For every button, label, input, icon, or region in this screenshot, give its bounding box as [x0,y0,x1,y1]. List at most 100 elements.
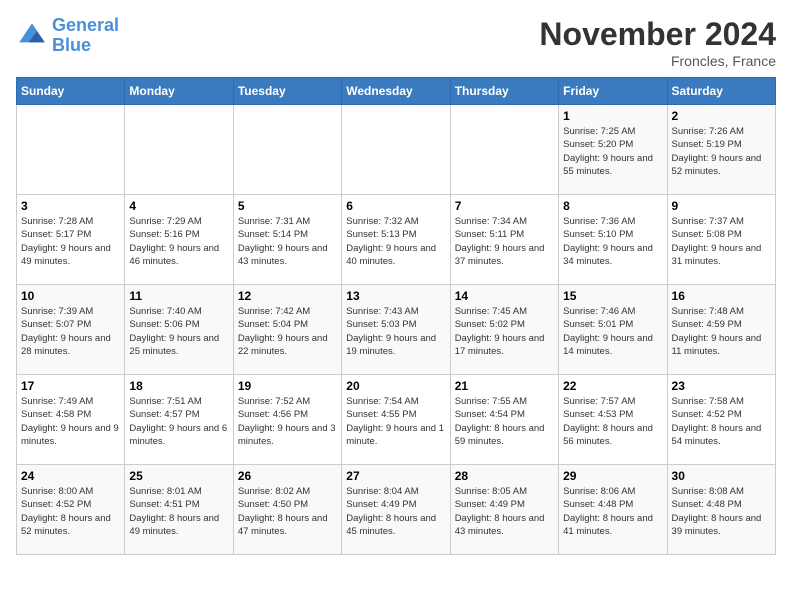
title-area: November 2024 Froncles, France [539,16,776,69]
day-number: 18 [129,379,228,393]
calendar-cell: 10Sunrise: 7:39 AM Sunset: 5:07 PM Dayli… [17,285,125,375]
calendar-cell: 9Sunrise: 7:37 AM Sunset: 5:08 PM Daylig… [667,195,775,285]
day-number: 14 [455,289,554,303]
calendar-cell: 30 Sunrise: 8:08 AM Sunset: 4:48 PM Dayli… [667,465,775,555]
day-info: Sunrise: 7:46 AM Sunset: 5:01 PM Dayligh… [563,305,662,358]
calendar-cell: 2 Sunrise: 7:26 AM Sunset: 5:19 PM Daylig… [667,105,775,195]
day-info: Sunrise: 8:06 AM Sunset: 4:48 PM Dayligh… [563,485,662,538]
day-info: Sunrise: 7:28 AM Sunset: 5:17 PM Dayligh… [21,215,120,268]
day-info: Sunrise: 7:31 AM Sunset: 5:14 PM Dayligh… [238,215,337,268]
calendar-cell: 24Sunrise: 8:00 AM Sunset: 4:52 PM Dayli… [17,465,125,555]
day-info: Sunrise: 7:52 AM Sunset: 4:56 PM Dayligh… [238,395,337,448]
page-header: General Blue November 2024 Froncles, Fra… [16,16,776,69]
header-sunday: Sunday [17,78,125,105]
header-thursday: Thursday [450,78,558,105]
week-row-2: 10Sunrise: 7:39 AM Sunset: 5:07 PM Dayli… [17,285,776,375]
day-number: 10 [21,289,120,303]
calendar-cell [17,105,125,195]
day-number: 5 [238,199,337,213]
day-number: 26 [238,469,337,483]
day-number: 20 [346,379,445,393]
day-number: 12 [238,289,337,303]
day-number: 16 [672,289,771,303]
calendar-cell: 14 Sunrise: 7:45 AM Sunset: 5:02 PM Dayli… [450,285,558,375]
day-number: 21 [455,379,554,393]
day-number: 8 [563,199,662,213]
calendar-cell: 23 Sunrise: 7:58 AM Sunset: 4:52 PM Dayli… [667,375,775,465]
day-number: 1 [563,109,662,123]
day-number: 9 [672,199,771,213]
calendar-cell: 3 Sunrise: 7:28 AM Sunset: 5:17 PM Daylig… [17,195,125,285]
calendar-cell: 15 Sunrise: 7:46 AM Sunset: 5:01 PM Dayli… [559,285,667,375]
location-subtitle: Froncles, France [539,53,776,69]
calendar-cell: 21Sunrise: 7:55 AM Sunset: 4:54 PM Dayli… [450,375,558,465]
day-info: Sunrise: 7:57 AM Sunset: 4:53 PM Dayligh… [563,395,662,448]
day-number: 22 [563,379,662,393]
calendar-header: SundayMondayTuesdayWednesdayThursdayFrid… [17,78,776,105]
header-row: SundayMondayTuesdayWednesdayThursdayFrid… [17,78,776,105]
calendar-table: SundayMondayTuesdayWednesdayThursdayFrid… [16,77,776,555]
day-number: 11 [129,289,228,303]
day-info: Sunrise: 7:45 AM Sunset: 5:02 PM Dayligh… [455,305,554,358]
calendar-cell: 7 Sunrise: 7:34 AM Sunset: 5:11 PM Daylig… [450,195,558,285]
day-info: Sunrise: 7:51 AM Sunset: 4:57 PM Dayligh… [129,395,228,448]
day-info: Sunrise: 7:43 AM Sunset: 5:03 PM Dayligh… [346,305,445,358]
week-row-3: 17Sunrise: 7:49 AM Sunset: 4:58 PM Dayli… [17,375,776,465]
calendar-cell: 16 Sunrise: 7:48 AM Sunset: 4:59 PM Dayli… [667,285,775,375]
day-number: 6 [346,199,445,213]
day-number: 7 [455,199,554,213]
day-number: 23 [672,379,771,393]
day-number: 19 [238,379,337,393]
day-number: 15 [563,289,662,303]
calendar-cell: 8 Sunrise: 7:36 AM Sunset: 5:10 PM Daylig… [559,195,667,285]
calendar-cell: 5 Sunrise: 7:31 AM Sunset: 5:14 PM Daylig… [233,195,341,285]
day-info: Sunrise: 7:40 AM Sunset: 5:06 PM Dayligh… [129,305,228,358]
day-number: 30 [672,469,771,483]
logo-general: General [52,15,119,35]
day-info: Sunrise: 7:32 AM Sunset: 5:13 PM Dayligh… [346,215,445,268]
day-number: 17 [21,379,120,393]
day-info: Sunrise: 8:05 AM Sunset: 4:49 PM Dayligh… [455,485,554,538]
day-info: Sunrise: 7:54 AM Sunset: 4:55 PM Dayligh… [346,395,445,448]
calendar-cell: 22 Sunrise: 7:57 AM Sunset: 4:53 PM Dayli… [559,375,667,465]
calendar-cell: 12Sunrise: 7:42 AM Sunset: 5:04 PM Dayli… [233,285,341,375]
logo-icon [16,20,48,52]
week-row-0: 1 Sunrise: 7:25 AM Sunset: 5:20 PM Daylig… [17,105,776,195]
day-info: Sunrise: 7:25 AM Sunset: 5:20 PM Dayligh… [563,125,662,178]
day-info: Sunrise: 7:36 AM Sunset: 5:10 PM Dayligh… [563,215,662,268]
calendar-cell [342,105,450,195]
day-info: Sunrise: 8:00 AM Sunset: 4:52 PM Dayligh… [21,485,120,538]
calendar-cell: 27Sunrise: 8:04 AM Sunset: 4:49 PM Dayli… [342,465,450,555]
logo: General Blue [16,16,119,56]
day-info: Sunrise: 7:34 AM Sunset: 5:11 PM Dayligh… [455,215,554,268]
calendar-cell: 19 Sunrise: 7:52 AM Sunset: 4:56 PM Dayli… [233,375,341,465]
week-row-1: 3 Sunrise: 7:28 AM Sunset: 5:17 PM Daylig… [17,195,776,285]
week-row-4: 24Sunrise: 8:00 AM Sunset: 4:52 PM Dayli… [17,465,776,555]
calendar-cell: 28Sunrise: 8:05 AM Sunset: 4:49 PM Dayli… [450,465,558,555]
logo-text: General Blue [52,16,119,56]
header-friday: Friday [559,78,667,105]
day-info: Sunrise: 8:01 AM Sunset: 4:51 PM Dayligh… [129,485,228,538]
day-info: Sunrise: 7:48 AM Sunset: 4:59 PM Dayligh… [672,305,771,358]
day-info: Sunrise: 8:04 AM Sunset: 4:49 PM Dayligh… [346,485,445,538]
calendar-cell: 11 Sunrise: 7:40 AM Sunset: 5:06 PM Dayli… [125,285,233,375]
day-number: 3 [21,199,120,213]
header-wednesday: Wednesday [342,78,450,105]
calendar-cell: 13Sunrise: 7:43 AM Sunset: 5:03 PM Dayli… [342,285,450,375]
day-info: Sunrise: 7:58 AM Sunset: 4:52 PM Dayligh… [672,395,771,448]
calendar-cell [450,105,558,195]
calendar-cell: 29Sunrise: 8:06 AM Sunset: 4:48 PM Dayli… [559,465,667,555]
day-info: Sunrise: 8:08 AM Sunset: 4:48 PM Dayligh… [672,485,771,538]
calendar-cell: 20 Sunrise: 7:54 AM Sunset: 4:55 PM Dayli… [342,375,450,465]
day-info: Sunrise: 7:26 AM Sunset: 5:19 PM Dayligh… [672,125,771,178]
header-tuesday: Tuesday [233,78,341,105]
header-monday: Monday [125,78,233,105]
day-number: 2 [672,109,771,123]
calendar-cell: 18 Sunrise: 7:51 AM Sunset: 4:57 PM Dayli… [125,375,233,465]
logo-blue: Blue [52,35,91,55]
calendar-cell: 4Sunrise: 7:29 AM Sunset: 5:16 PM Daylig… [125,195,233,285]
day-number: 25 [129,469,228,483]
calendar-cell [233,105,341,195]
calendar-cell: 1 Sunrise: 7:25 AM Sunset: 5:20 PM Daylig… [559,105,667,195]
day-number: 4 [129,199,228,213]
